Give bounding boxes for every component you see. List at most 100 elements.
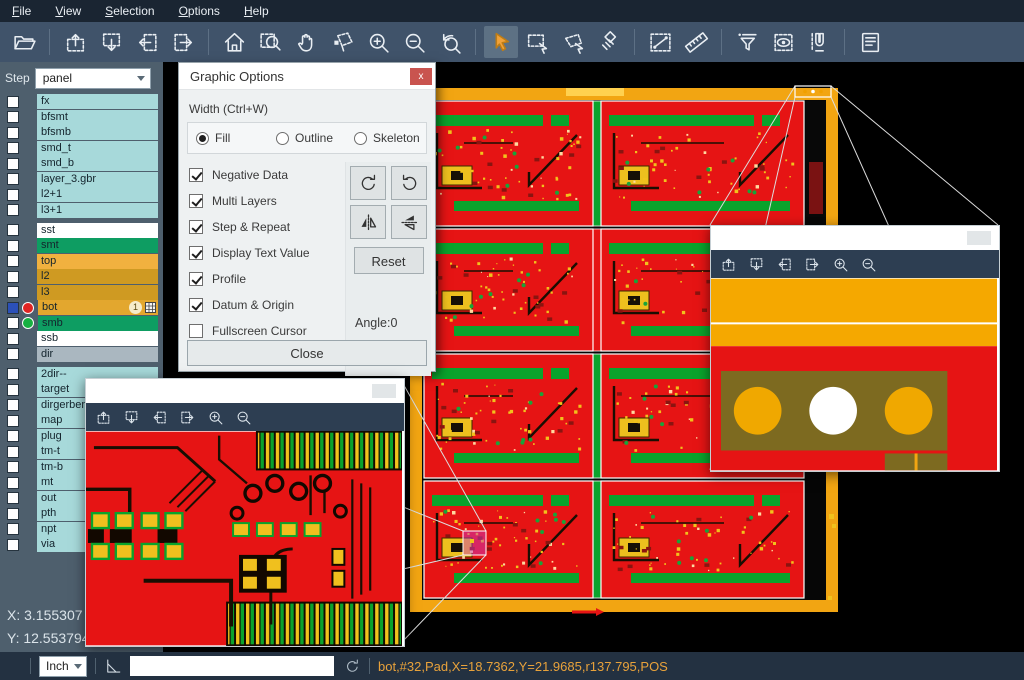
menu-selection[interactable]: Selection <box>105 4 154 18</box>
dialog-close-button[interactable]: x <box>410 68 432 85</box>
layer-checkbox[interactable] <box>7 255 19 267</box>
popup-window-button[interactable] <box>372 384 396 398</box>
import-left-button[interactable] <box>130 26 164 58</box>
import-up-button[interactable] <box>58 26 92 58</box>
flip-horizontal-button[interactable] <box>350 205 386 239</box>
sync-icon[interactable] <box>344 658 361 675</box>
layer-checkbox[interactable] <box>7 302 19 314</box>
measure-ruler-button[interactable] <box>679 26 713 58</box>
layer-checkbox[interactable] <box>7 523 19 535</box>
layer-checkbox[interactable] <box>7 111 19 123</box>
layer-checkbox[interactable] <box>7 142 19 154</box>
import-right-button[interactable] <box>179 409 196 426</box>
layer-checkbox[interactable] <box>7 461 19 473</box>
layer-checkbox[interactable] <box>7 158 19 170</box>
pcb-zoom-view-pads[interactable] <box>711 278 997 471</box>
measure-distance-button[interactable] <box>643 26 677 58</box>
layer-name-cell[interactable]: smd_b <box>37 156 158 171</box>
checkbox-profile[interactable]: Profile <box>189 266 310 292</box>
layer-checkbox[interactable] <box>7 539 19 551</box>
zoom-previous-button[interactable] <box>433 26 467 58</box>
layer-row-l2[interactable]: l2 <box>0 269 163 284</box>
layer-row-fx[interactable]: fx <box>0 94 163 109</box>
layer-row-top[interactable]: top <box>0 254 163 269</box>
layer-row-bfsmb[interactable]: bfsmb <box>0 125 163 140</box>
layer-row-smb[interactable]: smb <box>0 316 163 331</box>
import-down-button[interactable] <box>94 26 128 58</box>
layer-name-cell[interactable]: top <box>37 254 158 269</box>
popup-window-button[interactable] <box>967 231 991 245</box>
layer-checkbox[interactable] <box>7 317 19 329</box>
checkbox-datum-origin[interactable]: Datum & Origin <box>189 292 310 318</box>
rotate-cw-button[interactable] <box>350 166 386 200</box>
layer-row-l3[interactable]: l3 <box>0 285 163 300</box>
step-selector[interactable]: panel <box>35 68 151 89</box>
layer-row-smd_b[interactable]: smd_b <box>0 156 163 171</box>
layer-checkbox[interactable] <box>7 240 19 252</box>
layer-name-cell[interactable]: sst <box>37 223 158 238</box>
layer-checkbox[interactable] <box>7 333 19 345</box>
zoom-in-button[interactable] <box>207 409 224 426</box>
layer-checkbox[interactable] <box>7 399 19 411</box>
layer-name-cell[interactable]: l2+1 <box>37 187 158 202</box>
flip-vertical-button[interactable] <box>391 205 427 239</box>
layer-checkbox[interactable] <box>7 189 19 201</box>
zoom-polygon-button[interactable] <box>325 26 359 58</box>
zoom-in-button[interactable] <box>832 256 849 273</box>
checkbox-negative-data[interactable]: Negative Data <box>189 162 310 188</box>
layer-checkbox[interactable] <box>7 348 19 360</box>
select-rect-button[interactable] <box>520 26 554 58</box>
popup-title-bar[interactable] <box>711 226 999 250</box>
layer-name-cell[interactable]: l3 <box>37 285 158 300</box>
layer-name-cell[interactable]: ssb <box>37 331 158 346</box>
select-polygon-button[interactable] <box>556 26 590 58</box>
layer-checkbox[interactable] <box>7 368 19 380</box>
layer-checkbox[interactable] <box>7 204 19 216</box>
layer-checkbox[interactable] <box>7 492 19 504</box>
layer-checkbox[interactable] <box>7 96 19 108</box>
import-right-button[interactable] <box>166 26 200 58</box>
layer-row-bot[interactable]: bot1 <box>0 300 163 315</box>
layer-checkbox[interactable] <box>7 173 19 185</box>
close-button[interactable]: Close <box>187 340 427 366</box>
zoom-in-button[interactable] <box>361 26 395 58</box>
layer-name-cell[interactable]: smt <box>37 238 158 253</box>
reset-button[interactable]: Reset <box>354 247 424 274</box>
layer-checkbox[interactable] <box>7 477 19 489</box>
zoom-out-button[interactable] <box>397 26 431 58</box>
layer-row-ssb[interactable]: ssb <box>0 331 163 346</box>
layers-panel-button[interactable] <box>853 26 887 58</box>
snap-button[interactable] <box>802 26 836 58</box>
import-left-button[interactable] <box>776 256 793 273</box>
layer-row-l2+1[interactable]: l2+1 <box>0 187 163 202</box>
radio-outline[interactable]: Outline <box>276 131 333 145</box>
layer-name-cell[interactable]: smd_t <box>37 141 158 156</box>
checkbox-multi-layers[interactable]: Multi Layers <box>189 188 310 214</box>
pcb-zoom-view-traces[interactable] <box>86 431 402 646</box>
rotate-ccw-button[interactable] <box>391 166 427 200</box>
layer-name-cell[interactable]: smb <box>38 316 158 331</box>
import-down-button[interactable] <box>123 409 140 426</box>
import-up-button[interactable] <box>720 256 737 273</box>
zoom-out-button[interactable] <box>860 256 877 273</box>
layer-row-smt[interactable]: smt <box>0 238 163 253</box>
checkbox-display-text-value[interactable]: Display Text Value <box>189 240 310 266</box>
layer-name-cell[interactable]: fx <box>37 94 158 109</box>
filter-button[interactable] <box>730 26 764 58</box>
layer-checkbox[interactable] <box>7 430 19 442</box>
layer-row-bfsmt[interactable]: bfsmt <box>0 110 163 125</box>
menu-file[interactable]: File <box>12 4 31 18</box>
zoom-window-button[interactable] <box>253 26 287 58</box>
layer-checkbox[interactable] <box>7 446 19 458</box>
layer-row-smd_t[interactable]: smd_t <box>0 141 163 156</box>
layer-checkbox[interactable] <box>7 508 19 520</box>
layer-row-sst[interactable]: sst <box>0 223 163 238</box>
import-up-button[interactable] <box>95 409 112 426</box>
popup-title-bar[interactable] <box>86 379 404 403</box>
checkbox-step-repeat[interactable]: Step & Repeat <box>189 214 310 240</box>
layer-checkbox[interactable] <box>7 127 19 139</box>
menu-help[interactable]: Help <box>244 4 269 18</box>
radio-skeleton[interactable]: Skeleton <box>354 131 420 145</box>
import-right-button[interactable] <box>804 256 821 273</box>
menu-view[interactable]: View <box>55 4 81 18</box>
